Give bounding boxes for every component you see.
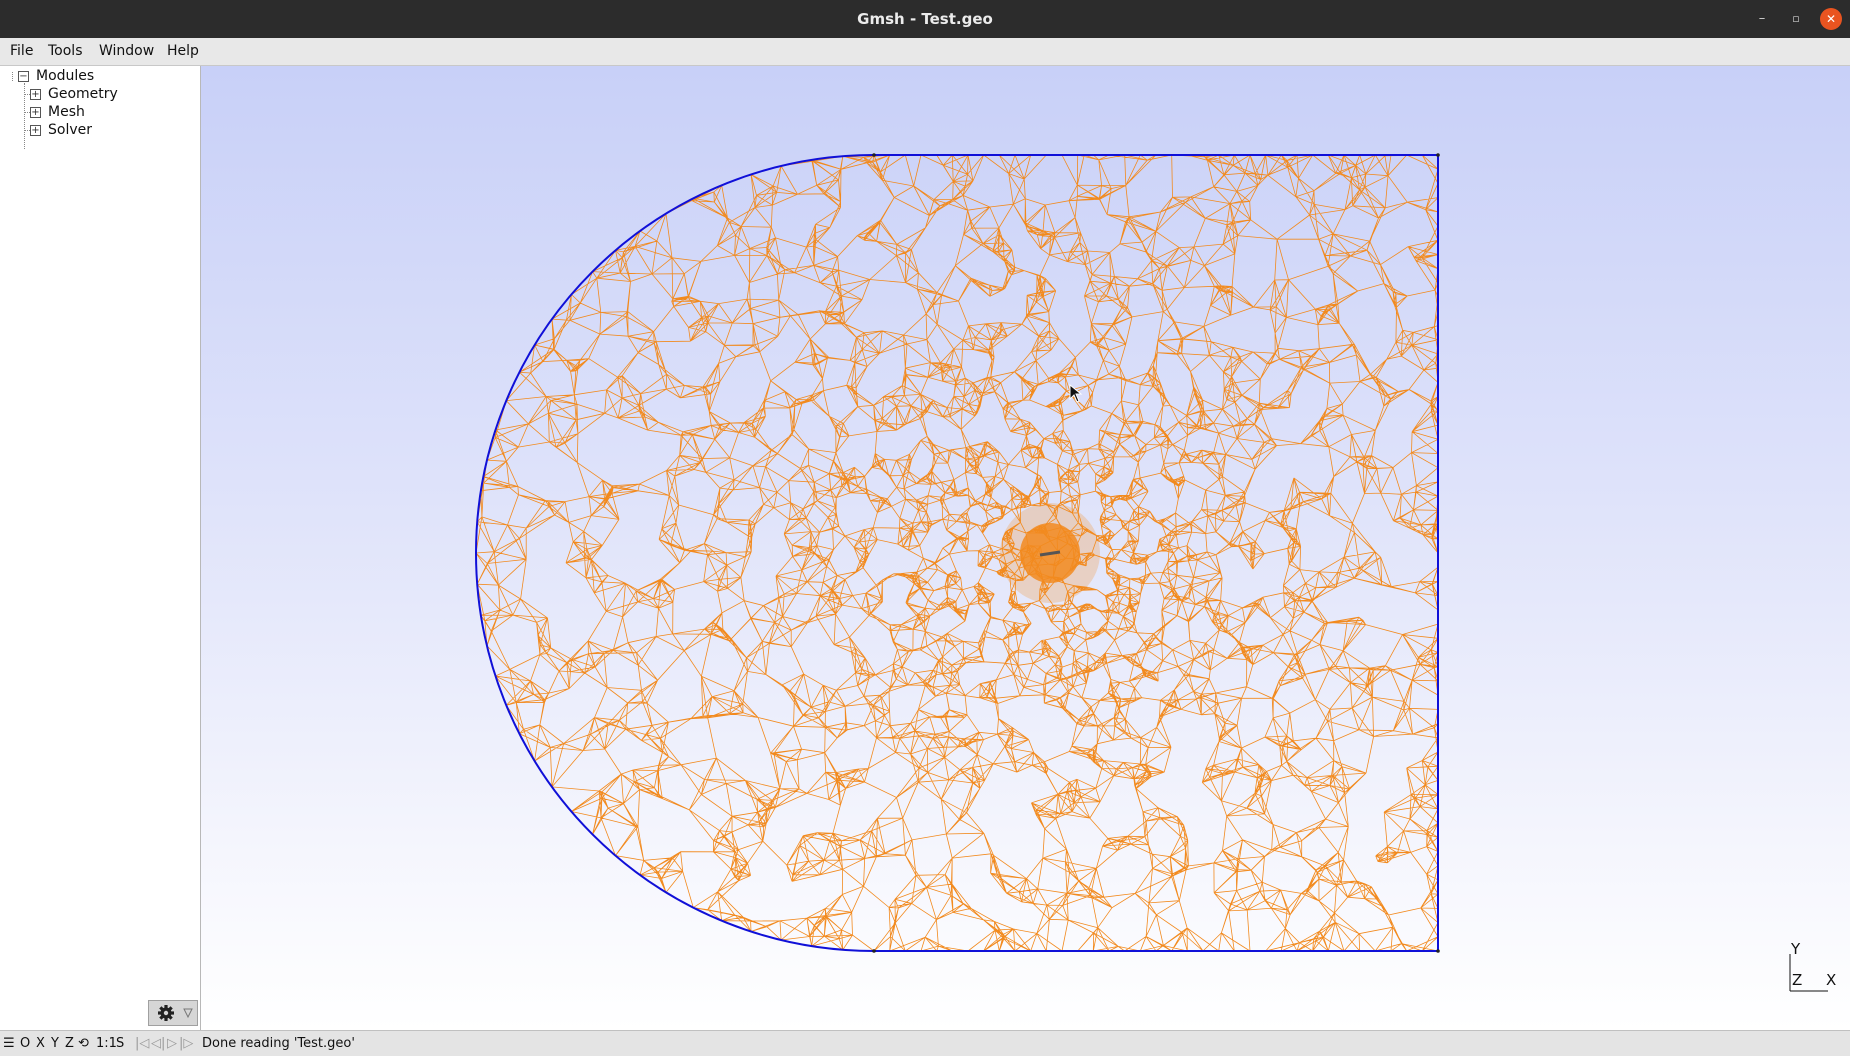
graphics-viewport[interactable]	[201, 66, 1850, 1030]
minimize-button[interactable]: –	[1751, 8, 1773, 30]
tree-item-solver[interactable]: Solver	[48, 121, 92, 139]
status-menu-button[interactable]: ☰	[3, 1031, 15, 1056]
menu-tools[interactable]: Tools	[48, 38, 83, 65]
menu-bar: File Tools Window Help	[0, 38, 1850, 66]
expand-solver-icon[interactable]: +	[30, 125, 41, 136]
menu-help[interactable]: Help	[167, 38, 199, 65]
geometry-point	[1436, 949, 1440, 953]
menu-file[interactable]: File	[10, 38, 33, 65]
module-tree-panel: − Modules + Geometry + Mesh + Solver	[0, 66, 201, 1030]
collapse-modules-icon[interactable]: −	[18, 71, 29, 82]
mouse-cursor-icon	[1069, 384, 1083, 403]
first-step-icon[interactable]: |◁	[135, 1031, 149, 1056]
snap-button[interactable]: S	[116, 1031, 124, 1056]
last-step-icon[interactable]: |▷	[179, 1031, 193, 1056]
rotate-icon[interactable]: ⟲	[78, 1031, 89, 1056]
title-bar: Gmsh - Test.geo – ▫ ✕	[0, 0, 1850, 38]
window-title: Gmsh - Test.geo	[857, 10, 993, 28]
axis-y-label: Y	[1791, 940, 1801, 958]
axes-indicator: Y Z X	[1780, 940, 1840, 996]
view-origin-button[interactable]: O	[20, 1031, 30, 1056]
menu-window[interactable]: Window	[99, 38, 154, 65]
axis-x-label: X	[1826, 971, 1837, 989]
geometry-point	[872, 153, 876, 157]
mesh-edges	[475, 154, 1439, 952]
geometry-point	[1436, 153, 1440, 157]
expand-mesh-icon[interactable]: +	[30, 107, 41, 118]
tree-item-modules[interactable]: Modules	[36, 67, 94, 85]
tree-item-geometry[interactable]: Geometry	[48, 85, 118, 103]
mesh-drawing	[475, 153, 1440, 953]
prev-step-icon[interactable]: ◁|	[151, 1031, 165, 1056]
play-icon[interactable]: ▷	[167, 1031, 177, 1056]
geometry-point	[872, 949, 876, 953]
gear-icon	[158, 1005, 193, 1021]
scale-button[interactable]: 1:1	[96, 1031, 117, 1056]
maximize-button[interactable]: ▫	[1785, 8, 1807, 30]
settings-button[interactable]	[148, 1000, 198, 1026]
view-x-button[interactable]: X	[36, 1031, 45, 1056]
view-z-button[interactable]: Z	[65, 1031, 74, 1056]
status-bar: ☰ O X Y Z ⟲ 1:1 S |◁ ◁| ▷ |▷ Done readin…	[0, 1030, 1850, 1056]
status-message: Done reading 'Test.geo'	[202, 1036, 355, 1051]
axis-z-label: Z	[1792, 971, 1803, 989]
close-button[interactable]: ✕	[1820, 8, 1842, 30]
view-y-button[interactable]: Y	[51, 1031, 59, 1056]
tree-item-mesh[interactable]: Mesh	[48, 103, 85, 121]
expand-geometry-icon[interactable]: +	[30, 89, 41, 100]
